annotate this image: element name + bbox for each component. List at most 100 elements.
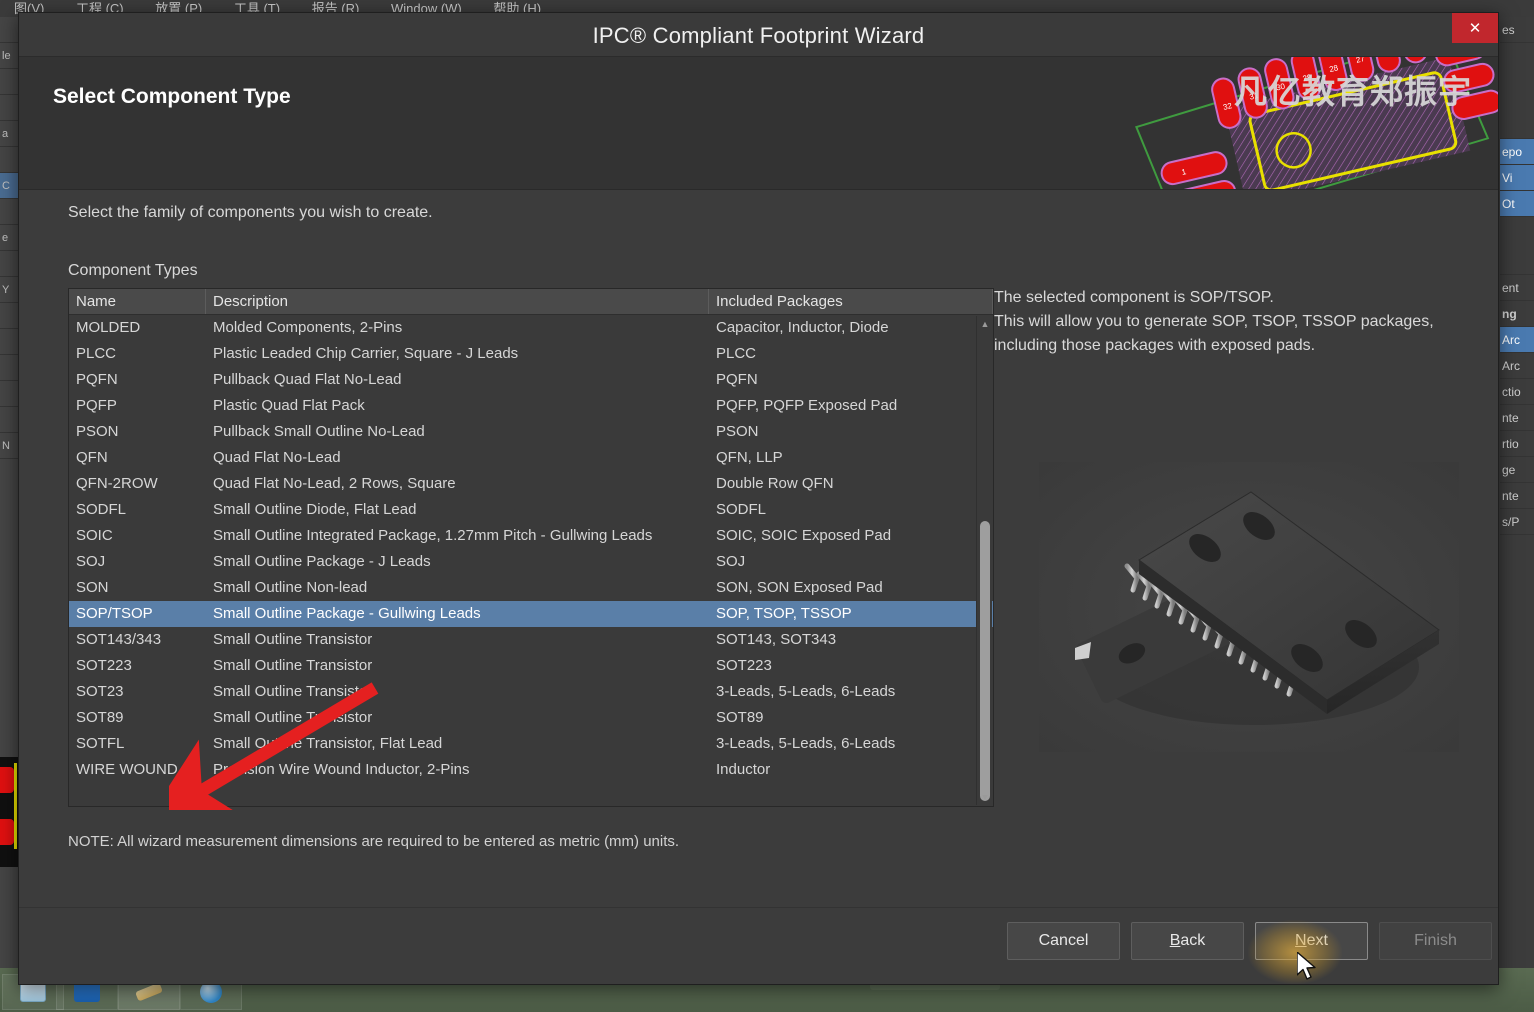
table-row[interactable]: SOT89Small Outline TransistorSOT89 — [69, 705, 993, 731]
right-strip: nte — [1500, 483, 1534, 509]
background-right-panel: es epo Vi Ot ent ng Arc Arc ctio nte rti… — [1500, 17, 1534, 968]
pcb-artwork-svg: 32 31 30 29 28 27 26 25 16 1 — [1130, 57, 1498, 190]
finish-button: Finish — [1379, 922, 1492, 960]
cell-included-packages: SOP, TSOP, TSSOP — [709, 601, 993, 627]
cell-name: PSON — [69, 419, 206, 445]
table-row[interactable]: SOT143/343Small Outline TransistorSOT143… — [69, 627, 993, 653]
right-strip — [1500, 43, 1534, 139]
table-row[interactable]: PQFNPullback Quad Flat No-LeadPQFN — [69, 367, 993, 393]
back-accesskey: B — [1170, 932, 1181, 950]
ipc-footprint-wizard-dialog: IPC® Compliant Footprint Wizard ✕ Select… — [18, 12, 1499, 985]
table-row-selected[interactable]: SOP/TSOPSmall Outline Package - Gullwing… — [69, 601, 993, 627]
table-row[interactable]: SOTFLSmall Outline Transistor, Flat Lead… — [69, 731, 993, 757]
listbox-rows[interactable]: MOLDEDMolded Components, 2-PinsCapacitor… — [69, 315, 993, 806]
cell-description: Small Outline Non-lead — [206, 575, 709, 601]
cell-description: Molded Components, 2-Pins — [206, 315, 709, 341]
cell-description: Small Outline Integrated Package, 1.27mm… — [206, 523, 709, 549]
table-row[interactable]: QFNQuad Flat No-LeadQFN, LLP — [69, 445, 993, 471]
right-strip: Ot — [1500, 191, 1534, 217]
table-row[interactable]: WIRE WOUNDPrecision Wire Wound Inductor,… — [69, 757, 993, 783]
cell-included-packages: SOIC, SOIC Exposed Pad — [709, 523, 993, 549]
table-row[interactable]: PSONPullback Small Outline No-LeadPSON — [69, 419, 993, 445]
cell-included-packages: SON, SON Exposed Pad — [709, 575, 993, 601]
cancel-button[interactable]: Cancel — [1007, 922, 1120, 960]
column-header-name[interactable]: Name — [69, 289, 206, 314]
table-row[interactable]: PQFPPlastic Quad Flat PackPQFP, PQFP Exp… — [69, 393, 993, 419]
table-row[interactable]: SONSmall Outline Non-leadSON, SON Expose… — [69, 575, 993, 601]
cell-description: Small Outline Package - Gullwing Leads — [206, 601, 709, 627]
cell-included-packages: QFN, LLP — [709, 445, 993, 471]
right-strip: ctio — [1500, 379, 1534, 405]
cell-included-packages: Double Row QFN — [709, 471, 993, 497]
selection-description-panel: The selected component is SOP/TSOP. This… — [994, 286, 1474, 358]
cell-name: SOJ — [69, 549, 206, 575]
right-strip: es — [1500, 17, 1534, 43]
back-button[interactable]: Back — [1131, 922, 1244, 960]
right-strip: ent — [1500, 275, 1534, 301]
cell-name: SON — [69, 575, 206, 601]
cell-included-packages: 3-Leads, 5-Leads, 6-Leads — [709, 731, 993, 757]
cell-name: MOLDED — [69, 315, 206, 341]
table-row[interactable]: MOLDEDMolded Components, 2-PinsCapacitor… — [69, 315, 993, 341]
table-row[interactable]: PLCCPlastic Leaded Chip Carrier, Square … — [69, 341, 993, 367]
dialog-body: Select the family of components you wish… — [19, 190, 1498, 907]
cell-description: Quad Flat No-Lead, 2 Rows, Square — [206, 471, 709, 497]
cell-description: Small Outline Package - J Leads — [206, 549, 709, 575]
right-strip: s/P — [1500, 509, 1534, 535]
scroll-down-arrow-icon[interactable]: ▼ — [977, 789, 993, 805]
right-strip — [1500, 217, 1534, 275]
component-types-listbox[interactable]: Name Description Included Packages MOLDE… — [68, 288, 994, 807]
cell-description: Precision Wire Wound Inductor, 2-Pins — [206, 757, 709, 783]
cell-name: SOTFL — [69, 731, 206, 757]
description-line-1: The selected component is SOP/TSOP. — [994, 286, 1474, 310]
back-label-post: ack — [1180, 932, 1205, 950]
right-strip: Arc — [1500, 353, 1534, 379]
table-row[interactable]: QFN-2ROWQuad Flat No-Lead, 2 Rows, Squar… — [69, 471, 993, 497]
cell-included-packages: SOJ — [709, 549, 993, 575]
dialog-header-band: Select Component Type — [19, 57, 1498, 190]
table-row[interactable]: SODFLSmall Outline Diode, Flat LeadSODFL — [69, 497, 993, 523]
cell-included-packages: PQFN — [709, 367, 993, 393]
next-accesskey: N — [1295, 932, 1307, 950]
cell-name: SOT89 — [69, 705, 206, 731]
cell-included-packages: PLCC — [709, 341, 993, 367]
cell-description: Small Outline Transistor — [206, 627, 709, 653]
cell-description: Plastic Quad Flat Pack — [206, 393, 709, 419]
column-header-description[interactable]: Description — [206, 289, 709, 314]
cell-included-packages: PQFP, PQFP Exposed Pad — [709, 393, 993, 419]
cell-included-packages: PSON — [709, 419, 993, 445]
cell-description: Small Outline Transistor — [206, 705, 709, 731]
cell-included-packages: Capacitor, Inductor, Diode — [709, 315, 993, 341]
scroll-up-arrow-icon[interactable]: ▲ — [977, 316, 993, 332]
cell-name: QFN-2ROW — [69, 471, 206, 497]
table-row[interactable]: SOT23Small Outline Transistor3-Leads, 5-… — [69, 679, 993, 705]
table-row[interactable]: SOICSmall Outline Integrated Package, 1.… — [69, 523, 993, 549]
right-strip: ge — [1500, 457, 1534, 483]
scrollbar-thumb[interactable] — [980, 521, 990, 801]
cell-description: Small Outline Transistor — [206, 679, 709, 705]
close-icon[interactable]: ✕ — [1452, 13, 1498, 43]
column-header-included-packages[interactable]: Included Packages — [709, 289, 993, 314]
cell-name: QFN — [69, 445, 206, 471]
pcb-artwork-graphic: 32 31 30 29 28 27 26 25 16 1 — [1130, 57, 1498, 190]
component-3d-svg — [1039, 462, 1459, 752]
cell-name: SODFL — [69, 497, 206, 523]
cell-name: SOP/TSOP — [69, 601, 206, 627]
table-row[interactable]: SOJSmall Outline Package - J LeadsSOJ — [69, 549, 993, 575]
cell-name: SOT223 — [69, 653, 206, 679]
cell-name: WIRE WOUND — [69, 757, 206, 783]
cell-description: Small Outline Diode, Flat Lead — [206, 497, 709, 523]
next-label-post: ext — [1307, 932, 1328, 950]
listbox-vertical-scrollbar[interactable]: ▲ ▼ — [976, 316, 992, 805]
table-row[interactable]: SOT223Small Outline TransistorSOT223 — [69, 653, 993, 679]
file-explorer-icon — [20, 982, 46, 1002]
cell-description: Small Outline Transistor — [206, 653, 709, 679]
right-strip: epo — [1500, 139, 1534, 165]
page-title: Select Component Type — [53, 85, 291, 109]
cell-included-packages: 3-Leads, 5-Leads, 6-Leads — [709, 679, 993, 705]
dialog-titlebar: IPC® Compliant Footprint Wizard ✕ — [19, 13, 1498, 57]
right-strip: Arc — [1500, 327, 1534, 353]
next-button[interactable]: Next — [1255, 922, 1368, 960]
cell-name: SOT143/343 — [69, 627, 206, 653]
cell-name: PLCC — [69, 341, 206, 367]
